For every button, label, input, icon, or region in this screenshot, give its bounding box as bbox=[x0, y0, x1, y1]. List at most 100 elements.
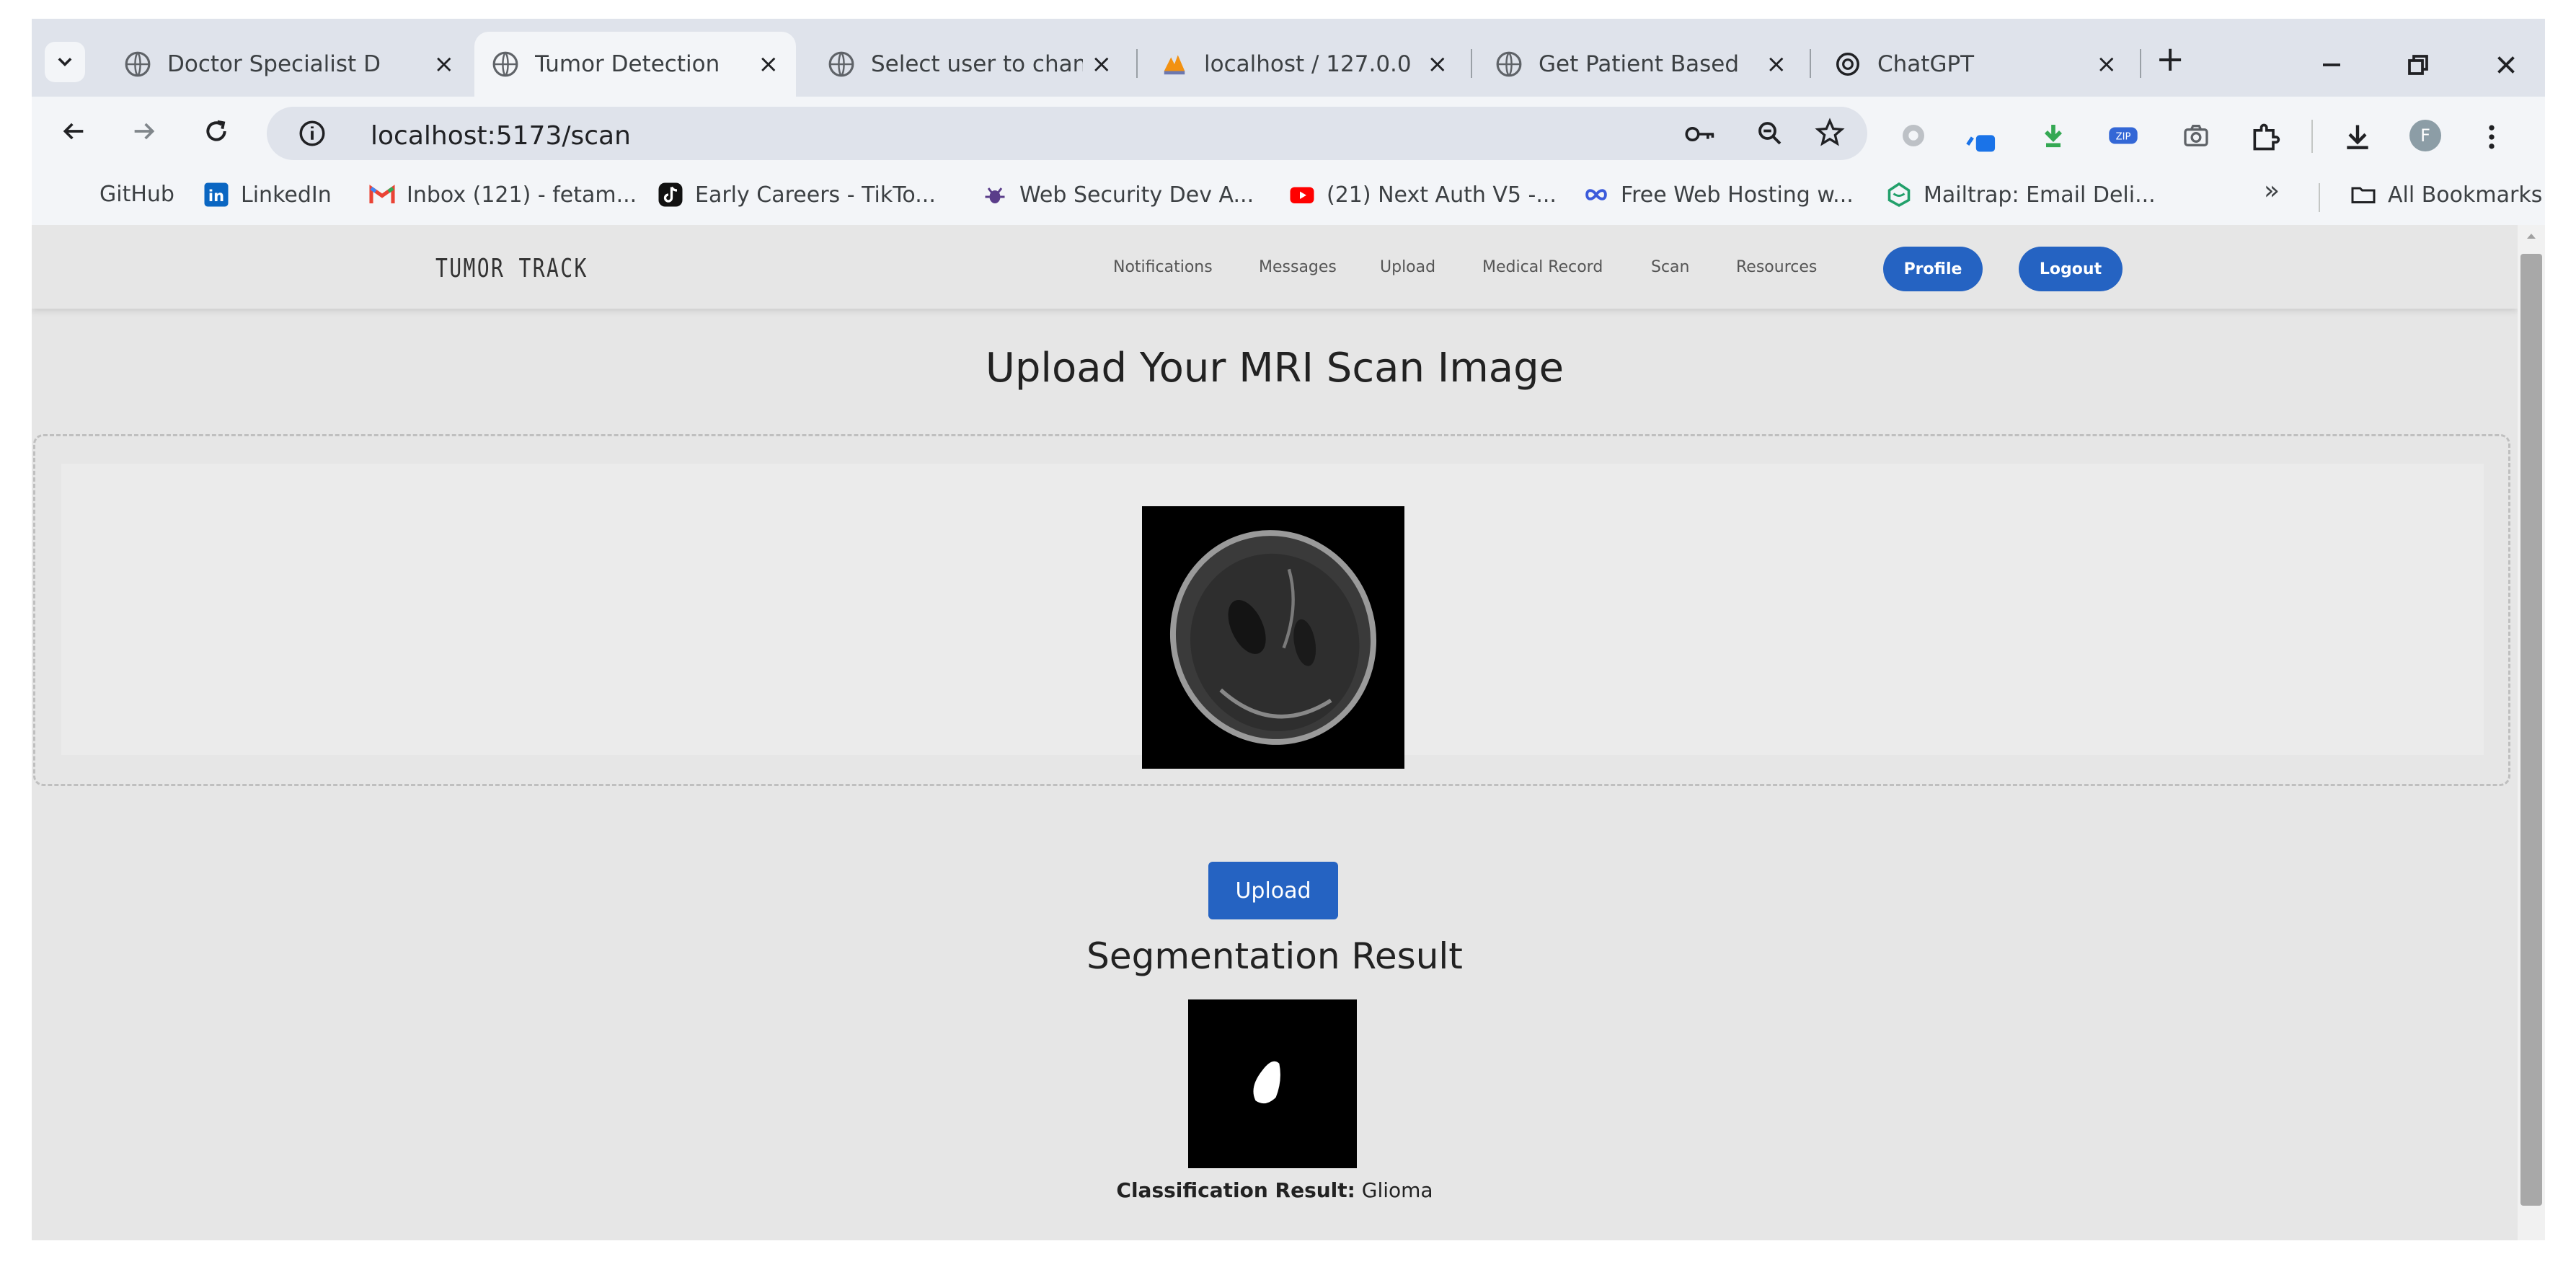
bookmark-web-security[interactable]: Web Security Dev A... bbox=[982, 182, 1254, 208]
star-icon[interactable] bbox=[1814, 117, 1846, 149]
bookmark-label: (21) Next Auth V5 -... bbox=[1327, 182, 1557, 208]
svg-text:ZIP: ZIP bbox=[2116, 132, 2131, 143]
reload-icon bbox=[206, 120, 226, 141]
tiktok-icon bbox=[658, 182, 683, 207]
close-icon[interactable]: × bbox=[2097, 50, 2117, 79]
profile-button[interactable]: Profile bbox=[1883, 247, 1983, 291]
tab-title: Get Patient Based bbox=[1539, 51, 1740, 77]
all-bookmarks-button[interactable]: All Bookmarks bbox=[2350, 182, 2542, 208]
close-icon[interactable]: × bbox=[758, 50, 779, 79]
puzzle-icon[interactable] bbox=[2249, 121, 2281, 153]
bookmark-label: Web Security Dev A... bbox=[1019, 182, 1254, 208]
mailtrap-icon bbox=[1887, 182, 1911, 208]
window-close-icon[interactable] bbox=[2493, 52, 2519, 78]
segmentation-mask-image bbox=[1188, 999, 1357, 1168]
zoom-icon[interactable] bbox=[1755, 118, 1785, 149]
bookmark-label: Early Careers - TikTo... bbox=[695, 182, 936, 208]
new-tab-button[interactable]: + bbox=[2156, 39, 2185, 79]
scrollbar-thumb[interactable] bbox=[2520, 254, 2542, 1206]
svg-text:in: in bbox=[208, 187, 224, 205]
close-icon[interactable]: × bbox=[1428, 50, 1448, 79]
reload-button[interactable] bbox=[195, 110, 238, 153]
nav-messages[interactable]: Messages bbox=[1259, 258, 1337, 276]
profile-avatar[interactable]: F bbox=[2409, 120, 2441, 151]
tab-search-button[interactable] bbox=[45, 42, 85, 82]
nav-upload[interactable]: Upload bbox=[1380, 258, 1435, 276]
page-viewport: TUMOR TRACK Notifications Messages Uploa… bbox=[32, 225, 2518, 1240]
nav-resources[interactable]: Resources bbox=[1736, 258, 1817, 276]
download-extension-icon[interactable] bbox=[2039, 121, 2068, 150]
zip-extension-icon[interactable]: ZIP bbox=[2107, 121, 2140, 150]
extension-gray-icon[interactable] bbox=[1899, 121, 1928, 150]
back-arrow-icon bbox=[63, 123, 84, 140]
tab-select-user[interactable]: Select user to chan × bbox=[810, 32, 1129, 97]
info-icon[interactable] bbox=[297, 118, 327, 149]
close-icon[interactable]: × bbox=[1766, 50, 1787, 79]
tab-phpmyadmin[interactable]: localhost / 127.0.0 × bbox=[1143, 32, 1465, 97]
youtube-icon bbox=[1290, 187, 1314, 203]
forward-arrow-icon bbox=[134, 123, 155, 140]
browser-window: Doctor Specialist D × Tumor Detection × … bbox=[32, 19, 2545, 1240]
camera-icon[interactable] bbox=[2182, 121, 2210, 150]
mri-preview-image bbox=[1142, 506, 1404, 769]
forward-button[interactable] bbox=[123, 110, 166, 153]
chevron-down-icon bbox=[58, 58, 72, 66]
bookmark-free-hosting[interactable]: Free Web Hosting w... bbox=[1583, 182, 1854, 208]
nav-notifications[interactable]: Notifications bbox=[1113, 258, 1213, 276]
key-icon[interactable] bbox=[1684, 120, 1717, 149]
tab-strip: Doctor Specialist D × Tumor Detection × … bbox=[32, 19, 2545, 97]
tab-title: ChatGPT bbox=[1877, 51, 1975, 77]
bookmark-youtube[interactable]: (21) Next Auth V5 -... bbox=[1289, 182, 1557, 208]
bookmarks-overflow-button[interactable]: » bbox=[2264, 176, 2280, 206]
close-icon[interactable]: × bbox=[434, 50, 455, 79]
tab-separator bbox=[1810, 49, 1811, 78]
tab-get-patient[interactable]: Get Patient Based × bbox=[1478, 32, 1804, 97]
bookmark-linkedin[interactable]: in LinkedIn bbox=[203, 182, 332, 208]
restore-icon[interactable] bbox=[2405, 52, 2431, 78]
all-bookmarks-label: All Bookmarks bbox=[2388, 182, 2543, 208]
linkedin-icon: in bbox=[204, 182, 229, 207]
tab-title: Select user to chan bbox=[871, 51, 1083, 77]
bookmarks-separator bbox=[2319, 183, 2320, 212]
upload-button[interactable]: Upload bbox=[1208, 862, 1338, 919]
chatgpt-icon bbox=[1836, 53, 1859, 76]
tab-separator bbox=[2140, 49, 2141, 78]
url-text: localhost:5173/scan bbox=[371, 121, 631, 151]
extension-blue-icon[interactable] bbox=[1965, 125, 1999, 154]
globe-icon bbox=[492, 51, 518, 77]
bug-icon bbox=[985, 187, 1005, 203]
nav-scan[interactable]: Scan bbox=[1651, 258, 1690, 276]
download-icon[interactable] bbox=[2342, 121, 2373, 153]
bookmark-github[interactable]: GitHub bbox=[99, 182, 174, 207]
brand-logo[interactable]: TUMOR TRACK bbox=[435, 254, 588, 283]
tab-tumor-detection[interactable]: Tumor Detection × bbox=[474, 32, 796, 97]
tab-title: Doctor Specialist D bbox=[167, 51, 381, 77]
classification-label: Classification Result: bbox=[1116, 1178, 1355, 1202]
bookmark-label: GitHub bbox=[99, 182, 174, 207]
gmail-icon bbox=[369, 185, 395, 203]
back-button[interactable] bbox=[52, 110, 95, 153]
toolbar-separator bbox=[2311, 120, 2313, 153]
globe-icon bbox=[125, 51, 151, 77]
logout-button[interactable]: Logout bbox=[2019, 247, 2123, 291]
bookmark-inbox[interactable]: Inbox (121) - fetam... bbox=[369, 182, 637, 208]
nav-medical-record[interactable]: Medical Record bbox=[1482, 258, 1603, 276]
classification-value: Glioma bbox=[1361, 1178, 1433, 1202]
tab-chatgpt[interactable]: ChatGPT × bbox=[1817, 32, 2134, 97]
scroll-up-arrow-icon[interactable] bbox=[2525, 231, 2538, 241]
tab-doctor-specialist[interactable]: Doctor Specialist D × bbox=[107, 32, 472, 97]
close-icon[interactable]: × bbox=[1092, 50, 1112, 79]
app-navbar: TUMOR TRACK Notifications Messages Uploa… bbox=[32, 225, 2518, 309]
phpmyadmin-icon bbox=[1164, 55, 1185, 75]
bookmark-label: Free Web Hosting w... bbox=[1621, 182, 1854, 208]
more-menu-icon[interactable] bbox=[2476, 121, 2508, 153]
page-title: Upload Your MRI Scan Image bbox=[985, 345, 1564, 392]
tab-separator bbox=[1136, 49, 1138, 78]
bookmark-mailtrap[interactable]: Mailtrap: Email Deli... bbox=[1886, 182, 2156, 208]
segmentation-heading: Segmentation Result bbox=[1086, 935, 1463, 977]
classification-result: Classification Result: Glioma bbox=[32, 1178, 2518, 1202]
bookmark-tiktok[interactable]: Early Careers - TikTo... bbox=[658, 182, 936, 208]
minimize-icon[interactable] bbox=[2319, 52, 2345, 78]
bookmark-label: Mailtrap: Email Deli... bbox=[1924, 182, 2156, 208]
folder-icon bbox=[2351, 187, 2376, 203]
